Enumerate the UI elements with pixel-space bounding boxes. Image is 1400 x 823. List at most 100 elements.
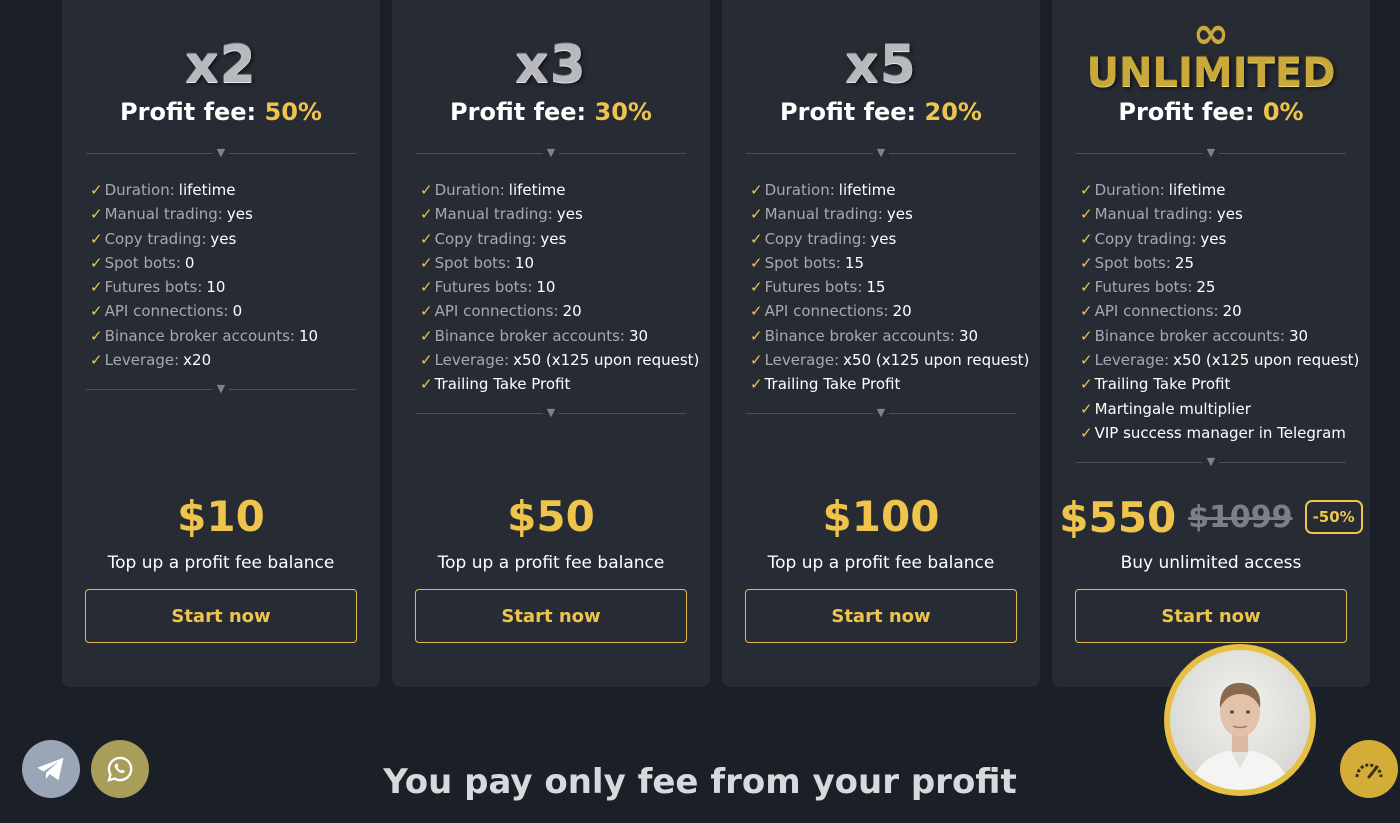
check-icon: ✓ <box>420 326 433 345</box>
telegram-button[interactable] <box>22 740 80 798</box>
profit-fee-value: 0% <box>1262 98 1304 126</box>
feature-value: lifetime <box>1168 181 1226 199</box>
feature-value: 30 <box>628 326 649 345</box>
feature-value: yes <box>540 229 567 248</box>
feature-value: lifetime <box>178 181 236 199</box>
feature-item: ✓ Copy trading: yes <box>1080 227 1360 251</box>
plan-multiplier: UNLIMITED <box>1086 50 1336 96</box>
feature-label: Futures bots: <box>104 278 203 297</box>
divider: ▼ <box>1076 456 1346 469</box>
start-now-button[interactable]: Start now <box>1075 589 1347 643</box>
pricing-plans: x2 Profit fee: 50% ▼ ✓ Duration: lifetime ✓… <box>62 0 1370 688</box>
feature-label: Leverage: <box>434 351 510 370</box>
feature-item: ✓ Manual trading: yes <box>420 202 700 226</box>
speedometer-button[interactable] <box>1340 740 1398 798</box>
feature-value: 20 <box>562 302 582 321</box>
plan-price: $50 <box>507 492 595 541</box>
check-icon: ✓ <box>90 278 103 297</box>
feature-label: Binance broker accounts: <box>1094 326 1285 345</box>
check-icon: ✓ <box>90 351 103 370</box>
check-icon: ✓ <box>750 375 763 394</box>
feature-item: ✓ Binance broker accounts: 10 <box>90 324 370 348</box>
feature-value: 10 <box>514 253 534 272</box>
start-now-button[interactable]: Start now <box>415 589 687 643</box>
feature-value: 0 <box>232 302 243 321</box>
feature-item: ✓ Manual trading: yes <box>750 202 1030 226</box>
divider: ▼ <box>1076 147 1346 160</box>
feature-list: ✓ Duration: lifetime ✓ Manual trading: yes ✓ Co… <box>90 178 370 372</box>
plan-price: $550 <box>1059 492 1177 542</box>
feature-label: Duration: <box>764 181 835 199</box>
feature-value: 30 <box>1288 326 1309 345</box>
plan-card-x2: x2 Profit fee: 50% ▼ ✓ Duration: lifetime ✓… <box>62 0 380 687</box>
feature-item: ✓ API connections: 20 <box>750 299 1030 323</box>
feature-value: yes <box>556 205 583 224</box>
feature-label: API connections: <box>1094 302 1219 321</box>
plan-subtitle: Top up a profit fee balance <box>107 553 335 573</box>
profit-fee: Profit fee: 0% <box>1052 98 1370 126</box>
feature-value: x50 (x125 upon request) <box>843 351 1030 370</box>
feature-label: Futures bots: <box>1094 278 1193 297</box>
feature-label: Duration: <box>434 181 505 199</box>
feature-value: 25 <box>1196 278 1216 297</box>
profit-fee: Profit fee: 20% <box>722 98 1040 126</box>
feature-item-extra: ✓ Trailing Take Profit <box>750 372 1030 396</box>
start-now-button[interactable]: Start now <box>85 589 357 643</box>
chevron-down-icon: ▼ <box>1202 456 1220 468</box>
feature-list: ✓ Duration: lifetime ✓ Manual trading: yes ✓ Co… <box>750 178 1030 397</box>
feature-item: ✓ Manual trading: yes <box>1080 202 1360 226</box>
profit-fee: Profit fee: 30% <box>392 98 710 126</box>
divider: ▼ <box>416 147 686 160</box>
feature-value: 15 <box>866 278 886 297</box>
check-icon: ✓ <box>90 205 103 224</box>
check-icon: ✓ <box>90 253 103 272</box>
whatsapp-button[interactable] <box>91 740 149 798</box>
feature-label: Copy trading: <box>434 229 537 248</box>
feature-item-extra: ✓ Trailing Take Profit <box>1080 372 1360 396</box>
plan-card-x3: x3 Profit fee: 30% ▼ ✓ Duration: lifetime ✓… <box>392 0 710 687</box>
feature-value: lifetime <box>508 181 566 199</box>
feature-item: ✓ Futures bots: 15 <box>750 275 1030 299</box>
feature-item: ✓ Leverage: x50 (x125 upon request) <box>420 348 700 372</box>
feature-value: yes <box>1216 205 1243 224</box>
feature-value: 25 <box>1174 253 1194 272</box>
feature-label: Futures bots: <box>764 278 863 297</box>
feature-value: yes <box>210 229 237 248</box>
chevron-down-icon: ▼ <box>212 383 230 395</box>
check-icon: ✓ <box>420 278 433 297</box>
feature-item: ✓ Futures bots: 10 <box>90 275 370 299</box>
divider: ▼ <box>86 147 356 160</box>
divider: ▼ <box>746 407 1016 420</box>
check-icon: ✓ <box>750 253 763 272</box>
feature-item-extra: ✓ Trailing Take Profit <box>420 372 700 396</box>
support-avatar[interactable] <box>1164 644 1316 796</box>
chevron-down-icon: ▼ <box>872 147 890 159</box>
whatsapp-icon <box>107 756 133 782</box>
feature-label: Leverage: <box>1094 351 1170 370</box>
feature-label: Binance broker accounts: <box>764 326 955 345</box>
start-now-button[interactable]: Start now <box>745 589 1017 643</box>
feature-value: 10 <box>298 326 319 345</box>
feature-label: Leverage: <box>104 351 180 370</box>
feature-label: Spot bots: <box>1094 253 1171 272</box>
feature-label: Binance broker accounts: <box>434 326 625 345</box>
feature-label: Leverage: <box>764 351 840 370</box>
feature-item: ✓ Copy trading: yes <box>750 227 1030 251</box>
feature-label: Copy trading: <box>1094 229 1197 248</box>
feature-list: ✓ Duration: lifetime ✓ Manual trading: yes ✓ Co… <box>420 178 700 397</box>
feature-value: yes <box>1200 229 1227 248</box>
check-icon: ✓ <box>90 229 103 248</box>
check-icon: ✓ <box>1080 278 1093 297</box>
profit-fee-value: 20% <box>924 98 982 126</box>
person-illustration <box>1190 682 1290 790</box>
check-icon: ✓ <box>1080 229 1093 248</box>
chevron-down-icon: ▼ <box>872 407 890 419</box>
feature-value: x50 (x125 upon request) <box>1173 351 1360 370</box>
feature-item: ✓ Duration: lifetime <box>90 178 370 202</box>
feature-extra-label: Martingale multiplier <box>1094 399 1251 418</box>
feature-item: ✓ Leverage: x50 (x125 upon request) <box>1080 348 1360 372</box>
feature-item-extra: ✓ Martingale multiplier <box>1080 397 1360 421</box>
telegram-icon <box>37 757 64 781</box>
check-icon: ✓ <box>750 229 763 248</box>
divider: ▼ <box>746 147 1016 160</box>
